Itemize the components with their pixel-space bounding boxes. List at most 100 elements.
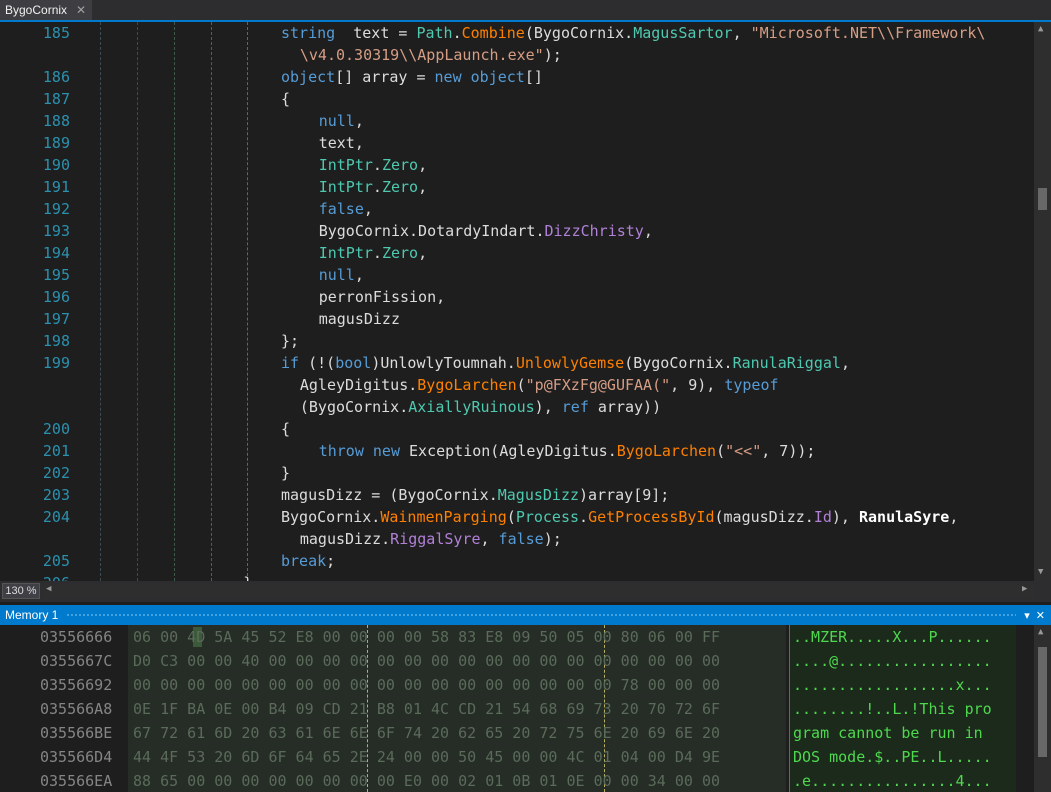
code-line[interactable]: 195 null, (0, 264, 1034, 286)
code-line[interactable]: 198}; (0, 330, 1034, 352)
code-token: new (434, 68, 462, 86)
code-line[interactable]: 196 perronFission, (0, 286, 1034, 308)
memory-ascii[interactable]: ..MZER.....X...P...... (793, 625, 992, 649)
memory-hex-bytes[interactable]: 06 00 4D 5A 45 52 E8 00 00 00 00 58 83 E… (133, 625, 720, 649)
memory-view[interactable]: ▲ 03556666 06 00 4D 5A 45 52 E8 00 00 00 … (0, 625, 1051, 792)
code-token: BygoLarchen (616, 442, 717, 460)
code-line[interactable]: 205 break; (0, 550, 1034, 572)
tab-title: BygoCornix (5, 3, 68, 17)
code-line[interactable]: 189 text, (0, 132, 1034, 154)
code-text: (BygoCornix.AxiallyRuinous), ref array)) (300, 396, 661, 418)
editor-vertical-scrollbar[interactable]: ▲ ▼ (1034, 22, 1051, 581)
code-line[interactable]: 201 throw new Exception(AgleyDigitus.Bygo… (0, 440, 1034, 462)
code-token: "p@FXzFg@GUFAA(" (525, 376, 671, 394)
memory-address: 035566EA (40, 772, 113, 790)
code-token: . (372, 178, 382, 196)
code-token: IntPtr (318, 178, 373, 196)
code-token: Zero (381, 156, 419, 174)
code-line[interactable]: 197 magusDizz (0, 308, 1034, 330)
code-line[interactable]: 190 IntPtr.Zero, (0, 154, 1034, 176)
code-line[interactable]: 185 string text = Path.Combine(BygoCornix… (0, 22, 1034, 44)
code-token: throw (318, 442, 364, 460)
code-line[interactable]: 187 { (0, 88, 1034, 110)
close-window-icon[interactable]: ✕ (1036, 609, 1045, 622)
code-editor[interactable]: 185 string text = Path.Combine(BygoCornix… (0, 22, 1034, 581)
code-text: } (281, 462, 290, 484)
code-token: Zero (381, 178, 419, 196)
code-line[interactable]: 202} (0, 462, 1034, 484)
memory-window-title-bar[interactable]: Memory 1 ▾ ✕ (0, 605, 1051, 625)
memory-hex-bytes[interactable]: 67 72 61 6D 20 63 61 6E 6E 6F 74 20 62 6… (133, 721, 720, 745)
memory-vertical-scrollbar[interactable]: ▲ (1034, 625, 1051, 792)
memory-hex-bytes[interactable]: 44 4F 53 20 6D 6F 64 65 2E 24 00 00 50 4… (133, 745, 720, 769)
code-token: , (643, 222, 653, 240)
code-token: break (281, 552, 327, 570)
memory-ascii[interactable]: gram cannot be run in (793, 721, 992, 745)
column-separator (789, 625, 790, 792)
code-token: text = (335, 24, 417, 42)
code-line[interactable]: 186 object[] array = new object[] (0, 66, 1034, 88)
scroll-right-icon[interactable]: ▶ (1022, 584, 1027, 594)
code-line[interactable]: magusDizz.RiggalSyre, false); (0, 528, 1034, 550)
memory-window-title: Memory 1 (5, 608, 59, 622)
editor-status-strip: 130 % ◀ ▶ (0, 581, 1051, 602)
code-token: . (452, 24, 462, 42)
code-line[interactable]: AgleyDigitus.BygoLarchen("p@FXzFg@GUFAA(… (0, 374, 1034, 396)
line-number: 187 (42, 90, 70, 108)
code-token: Id (813, 508, 832, 526)
scrollbar-thumb[interactable] (1038, 188, 1047, 210)
memory-ascii[interactable]: DOS mode.$..PE..L..... (793, 745, 992, 769)
code-token: \v4.0.30319\\AppLaunch.exe" (299, 46, 544, 64)
memory-ascii[interactable]: .e................4... (793, 769, 992, 792)
memory-hex-bytes[interactable]: 00 00 00 00 00 00 00 00 00 00 00 00 00 0… (133, 673, 720, 697)
code-line[interactable]: 199 if (!(bool)UnlowlyToumnah.UnlowlyGems… (0, 352, 1034, 374)
code-line[interactable]: 191 IntPtr.Zero, (0, 176, 1034, 198)
tab-bygocornix[interactable]: BygoCornix ✕ (0, 0, 92, 20)
scroll-up-icon[interactable]: ▲ (1038, 627, 1043, 637)
scrollbar-thumb[interactable] (1038, 647, 1047, 757)
code-line[interactable]: 204 BygoCornix.WainmenParging(Process.Get… (0, 506, 1034, 528)
scroll-up-icon[interactable]: ▲ (1038, 24, 1043, 34)
line-number: 191 (42, 178, 70, 196)
code-text: magusDizz = (BygoCornix.MagusDizz)array[… (281, 484, 669, 506)
memory-address: 035566D4 (40, 748, 113, 766)
line-number: 190 (42, 156, 70, 174)
code-line[interactable]: \v4.0.30319\\AppLaunch.exe"); (0, 44, 1034, 66)
close-tab-icon[interactable]: ✕ (76, 3, 86, 17)
code-text: BygoCornix.WainmenParging(Process.GetPro… (281, 506, 958, 528)
editor-horizontal-scrollbar[interactable]: ◀ ▶ (44, 584, 1034, 598)
memory-ascii[interactable]: ..................x... (793, 673, 992, 697)
code-token: , 7)); (761, 442, 816, 460)
code-text: BygoCornix.DotardyIndart.DizzChristy, (319, 220, 653, 242)
window-menu-icon[interactable]: ▾ (1024, 609, 1030, 622)
code-token: , (418, 156, 428, 174)
memory-ascii[interactable]: ........!..L.!This pro (793, 697, 992, 721)
zoom-level-dropdown[interactable]: 130 % (2, 583, 40, 599)
memory-ascii[interactable]: ....@................. (793, 649, 992, 673)
code-token: ); (543, 46, 562, 64)
code-token: Combine (461, 24, 525, 42)
code-line[interactable]: 206} (0, 572, 1034, 581)
code-token: MagusDizz (497, 486, 580, 504)
code-line[interactable]: 203 magusDizz = (BygoCornix.MagusDizz)arr… (0, 484, 1034, 506)
memory-hex-bytes[interactable]: 0E 1F BA 0E 00 B4 09 CD 21 B8 01 4C CD 2… (133, 697, 720, 721)
code-line[interactable]: (BygoCornix.AxiallyRuinous), ref array)) (0, 396, 1034, 418)
memory-hex-bytes[interactable]: D0 C3 00 00 40 00 00 00 00 00 00 00 00 0… (133, 649, 720, 673)
code-line[interactable]: 193 BygoCornix.DotardyIndart.DizzChristy, (0, 220, 1034, 242)
code-line[interactable]: 192 false, (0, 198, 1034, 220)
scroll-left-icon[interactable]: ◀ (46, 584, 51, 594)
code-text: IntPtr.Zero, (319, 242, 427, 264)
code-token: , (949, 508, 959, 526)
code-line[interactable]: 188 null, (0, 110, 1034, 132)
code-token: . (372, 156, 382, 174)
line-number: 193 (42, 222, 70, 240)
code-line[interactable]: 194 IntPtr.Zero, (0, 242, 1034, 264)
code-token: { (281, 420, 291, 438)
code-token: , 9), (670, 376, 725, 394)
line-number: 197 (42, 310, 70, 328)
code-token: BygoCornix. (533, 24, 634, 42)
code-line[interactable]: 200 { (0, 418, 1034, 440)
line-number: 198 (42, 332, 70, 350)
memory-hex-bytes[interactable]: 88 65 00 00 00 00 00 00 00 00 E0 00 02 0… (133, 769, 720, 792)
scroll-down-icon[interactable]: ▼ (1038, 567, 1043, 577)
